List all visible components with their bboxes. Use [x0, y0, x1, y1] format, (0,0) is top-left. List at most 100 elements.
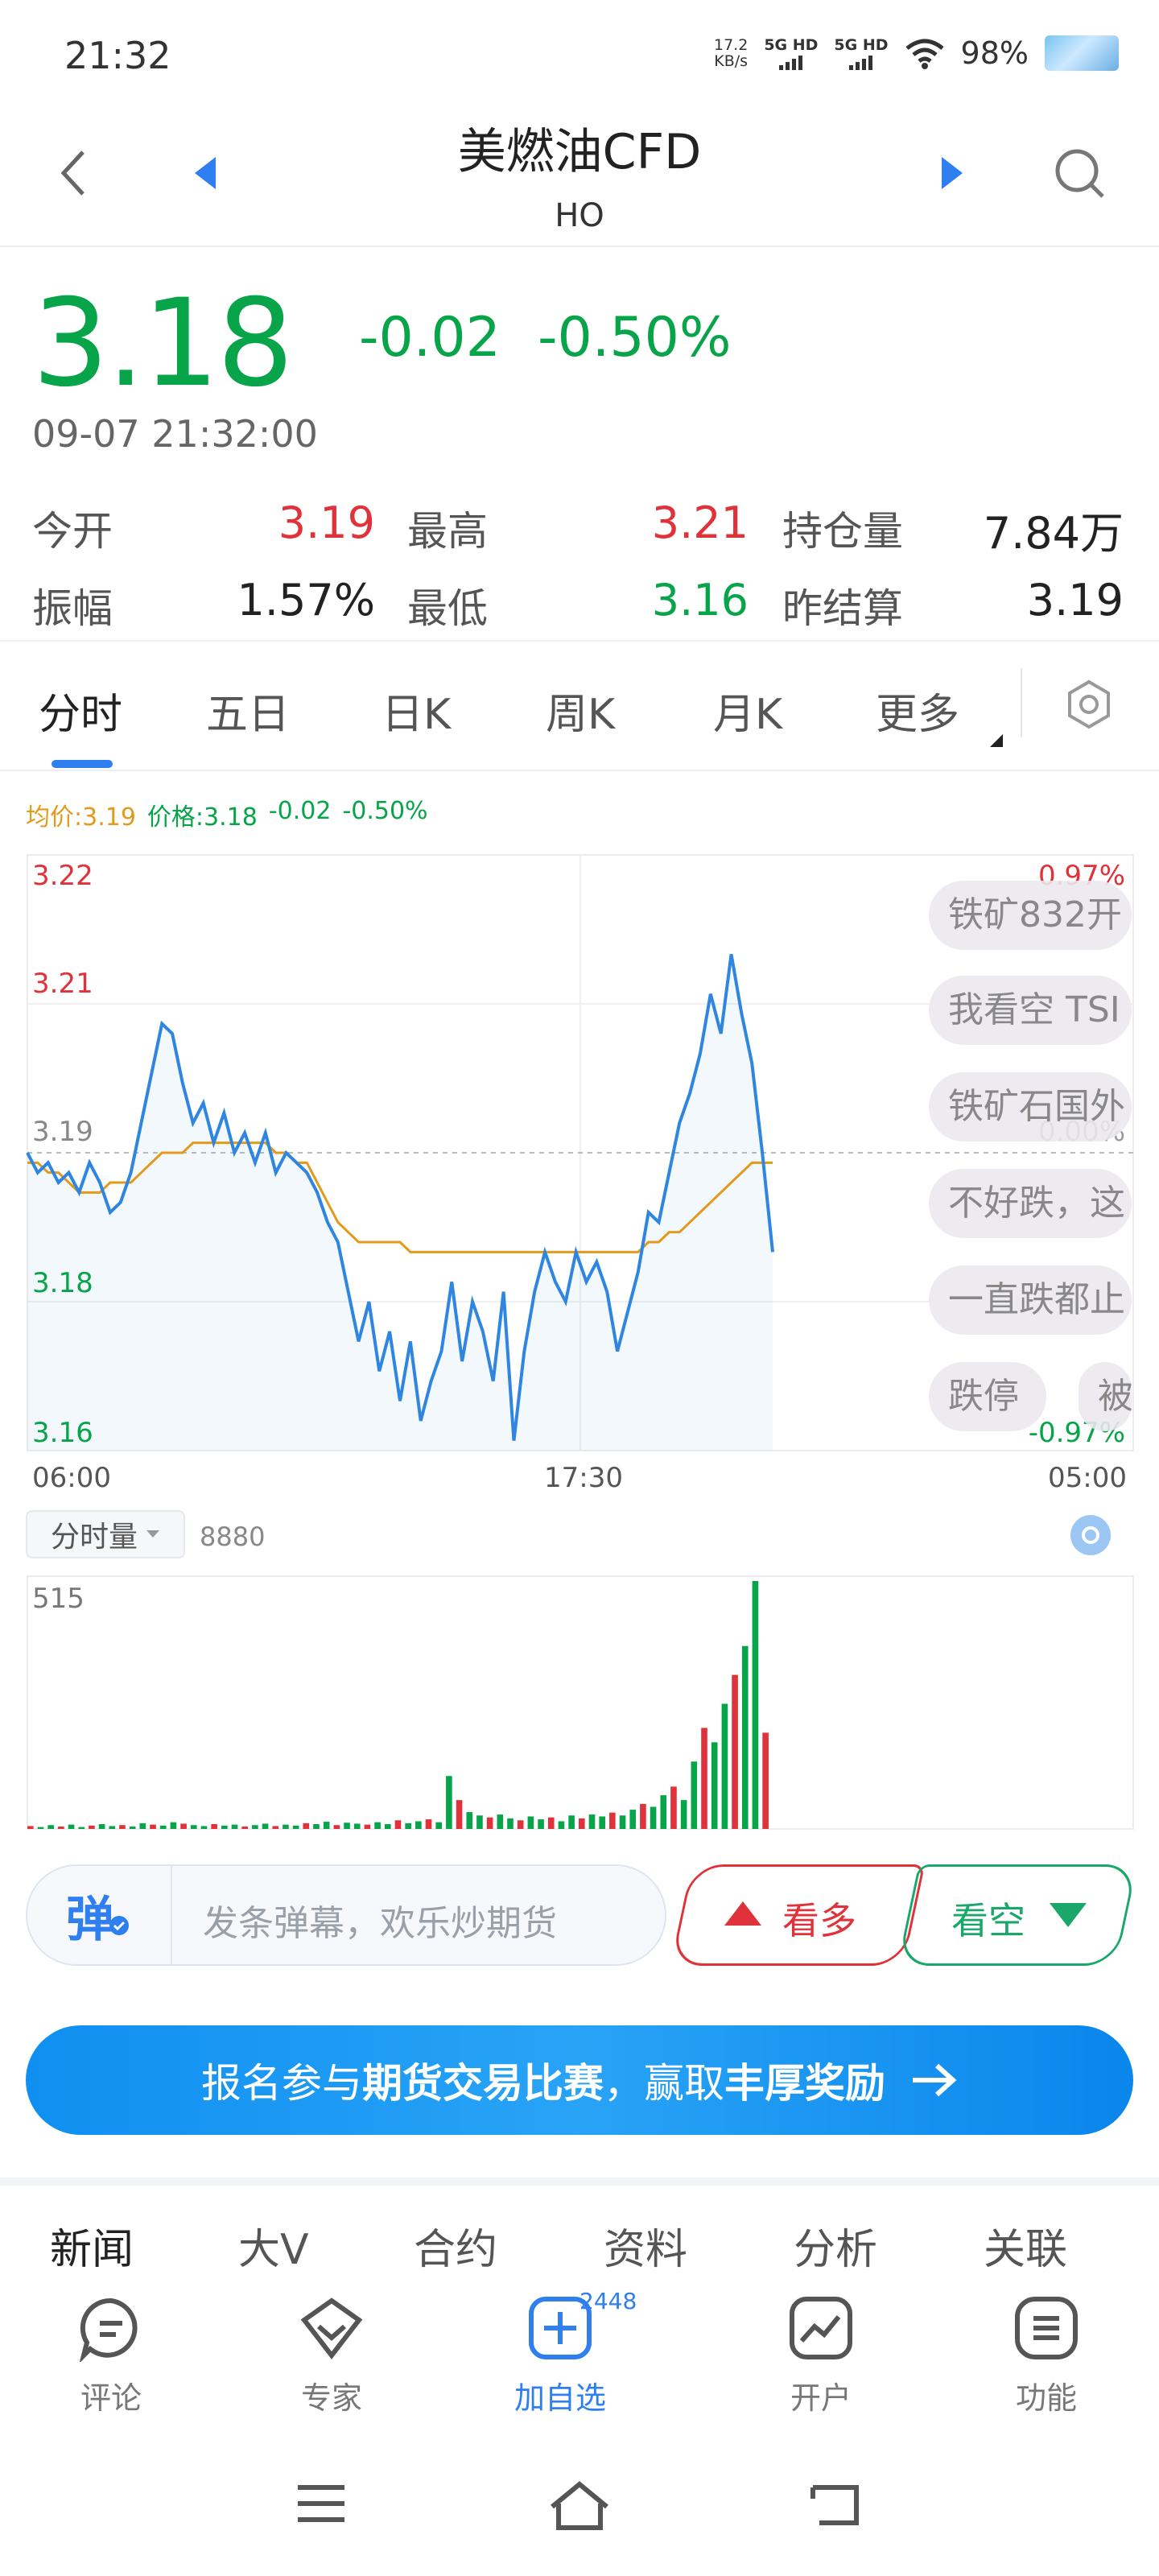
volume-frame	[27, 1575, 1134, 1830]
danmaku-bubble[interactable]: 铁矿石国外	[929, 1072, 1132, 1141]
change-value: -0.02	[359, 306, 501, 369]
volume-bar	[283, 1824, 289, 1829]
danmaku-bubble[interactable]: 跌停	[929, 1362, 1046, 1431]
page-title: 美燃油CFD	[457, 124, 702, 180]
net-speed-value: 17.2	[714, 36, 749, 54]
volume-bar	[680, 1800, 687, 1829]
nav-comment[interactable]: 评论	[39, 2294, 184, 2417]
news-tab-related[interactable]: 关联	[984, 2215, 1067, 2276]
news-tab-bigv[interactable]: 大V	[238, 2215, 309, 2276]
volume-bar	[711, 1742, 718, 1829]
volume-bar	[353, 1823, 361, 1829]
volume-bar	[109, 1826, 116, 1829]
news-tab-analysis[interactable]: 分析	[794, 2215, 877, 2276]
bullish-label: 看多	[782, 1899, 856, 1942]
settings-icon[interactable]	[1061, 676, 1117, 733]
danmaku-bubble[interactable]: 一直跌都止	[929, 1265, 1132, 1335]
back-nav-icon[interactable]	[808, 2479, 864, 2529]
triangle-down-icon	[1050, 1903, 1087, 1927]
tab-five-day[interactable]: 五日	[206, 680, 290, 741]
tab-intraday[interactable]: 分时	[39, 680, 122, 741]
high-value: 3.21	[651, 497, 749, 548]
volume-bar	[762, 1732, 769, 1829]
volume-bar	[507, 1818, 514, 1829]
price-axis-label: 3.19	[32, 1116, 93, 1148]
prev-settle-label: 昨结算	[782, 585, 903, 632]
volume-bar	[629, 1810, 637, 1829]
time-axis-label: 06:00	[32, 1462, 111, 1494]
volume-bar	[741, 1645, 749, 1829]
nav-expert[interactable]: 专家	[259, 2294, 404, 2417]
volume-bar	[640, 1803, 646, 1829]
volume-bar	[558, 1821, 565, 1829]
banner-text-4: 丰厚奖励	[724, 2060, 885, 2107]
volume-bar	[425, 1819, 432, 1829]
high-label: 最高	[407, 508, 488, 555]
price-area	[27, 954, 773, 1451]
danmaku-bubble[interactable]: 铁矿832开	[929, 881, 1132, 950]
volume-bar	[538, 1819, 544, 1829]
danmaku-bubble[interactable]: 我看空 TSI	[929, 976, 1132, 1045]
price-axis-label: 3.18	[32, 1267, 93, 1299]
volume-bar	[68, 1824, 75, 1829]
tab-daily-k[interactable]: 日K	[382, 680, 451, 741]
recent-apps-icon[interactable]	[293, 2479, 349, 2528]
banner-text-3: ，赢取	[604, 2060, 724, 2107]
net-speed-unit: KB/s	[714, 52, 749, 70]
news-tab-contract[interactable]: 合约	[414, 2215, 497, 2276]
sim1-label: 5G HD	[764, 36, 819, 54]
danmaku-bubble[interactable]: 不好跌，这	[929, 1169, 1132, 1238]
volume-bar	[609, 1812, 616, 1829]
volume-bar	[58, 1827, 64, 1829]
volume-bar	[98, 1824, 105, 1829]
stats-divider	[0, 640, 1159, 642]
tab-monthly-k[interactable]: 月K	[713, 680, 782, 741]
volume-value: 8880	[200, 1521, 266, 1552]
volume-bar	[313, 1824, 320, 1829]
banner-text-1: 报名参与	[201, 2060, 362, 2107]
danmaku-bubble[interactable]: 被	[1079, 1362, 1132, 1431]
amplitude-value: 1.57%	[237, 575, 375, 625]
contest-banner[interactable]: 报名参与 期货交易比赛 ，赢取 丰厚奖励	[26, 2025, 1133, 2135]
quote-datetime: 09-07 21:32:00	[32, 412, 318, 456]
news-tab-news[interactable]: 新闻	[50, 2215, 134, 2276]
volume-bar	[650, 1806, 657, 1829]
bearish-label: 看空	[951, 1899, 1025, 1942]
open-interest-label: 持仓量	[782, 508, 903, 555]
volume-bar	[211, 1824, 217, 1829]
nav-functions[interactable]: 功能	[974, 2294, 1119, 2417]
volume-bar	[476, 1815, 483, 1829]
comment-icon	[79, 2297, 138, 2363]
volume-bar	[139, 1823, 146, 1829]
tab-more[interactable]: 更多	[876, 680, 959, 741]
volume-chart[interactable]	[0, 1570, 1159, 1835]
more-dropdown-icon	[990, 734, 1003, 747]
volume-bar	[159, 1825, 167, 1829]
time-axis-label: 17:30	[544, 1462, 623, 1494]
nav-open-account[interactable]: 开户	[749, 2294, 893, 2417]
volume-selector[interactable]: 分时量	[26, 1510, 185, 1558]
volume-bar	[578, 1818, 585, 1829]
volume-bar	[486, 1817, 493, 1829]
danmaku-icon-text: 弹	[66, 1891, 114, 1948]
check-badge-icon	[109, 1916, 129, 1935]
fullscreen-icon[interactable]	[1070, 1515, 1111, 1555]
danmaku-icon[interactable]: 弹	[26, 1864, 172, 1966]
volume-bar	[599, 1816, 605, 1829]
home-icon[interactable]	[547, 2479, 612, 2533]
volume-bar	[292, 1825, 299, 1829]
tab-weekly-k[interactable]: 周K	[546, 680, 615, 741]
search-icon[interactable]	[1051, 145, 1107, 201]
price-axis-label: 3.21	[32, 968, 93, 1000]
volume-bar	[37, 1827, 44, 1829]
news-tab-info[interactable]: 资料	[604, 2215, 687, 2276]
banner-text-2: 期货交易比赛	[362, 2060, 604, 2107]
volume-bar	[252, 1825, 258, 1829]
triangle-up-icon	[724, 1901, 761, 1926]
next-icon[interactable]	[924, 145, 980, 201]
nav-add-watchlist-label: 加自选	[514, 2380, 606, 2416]
tab-separator	[1021, 668, 1022, 737]
volume-bar	[701, 1728, 707, 1829]
volume-bar	[497, 1814, 504, 1829]
volume-bar	[303, 1823, 310, 1829]
